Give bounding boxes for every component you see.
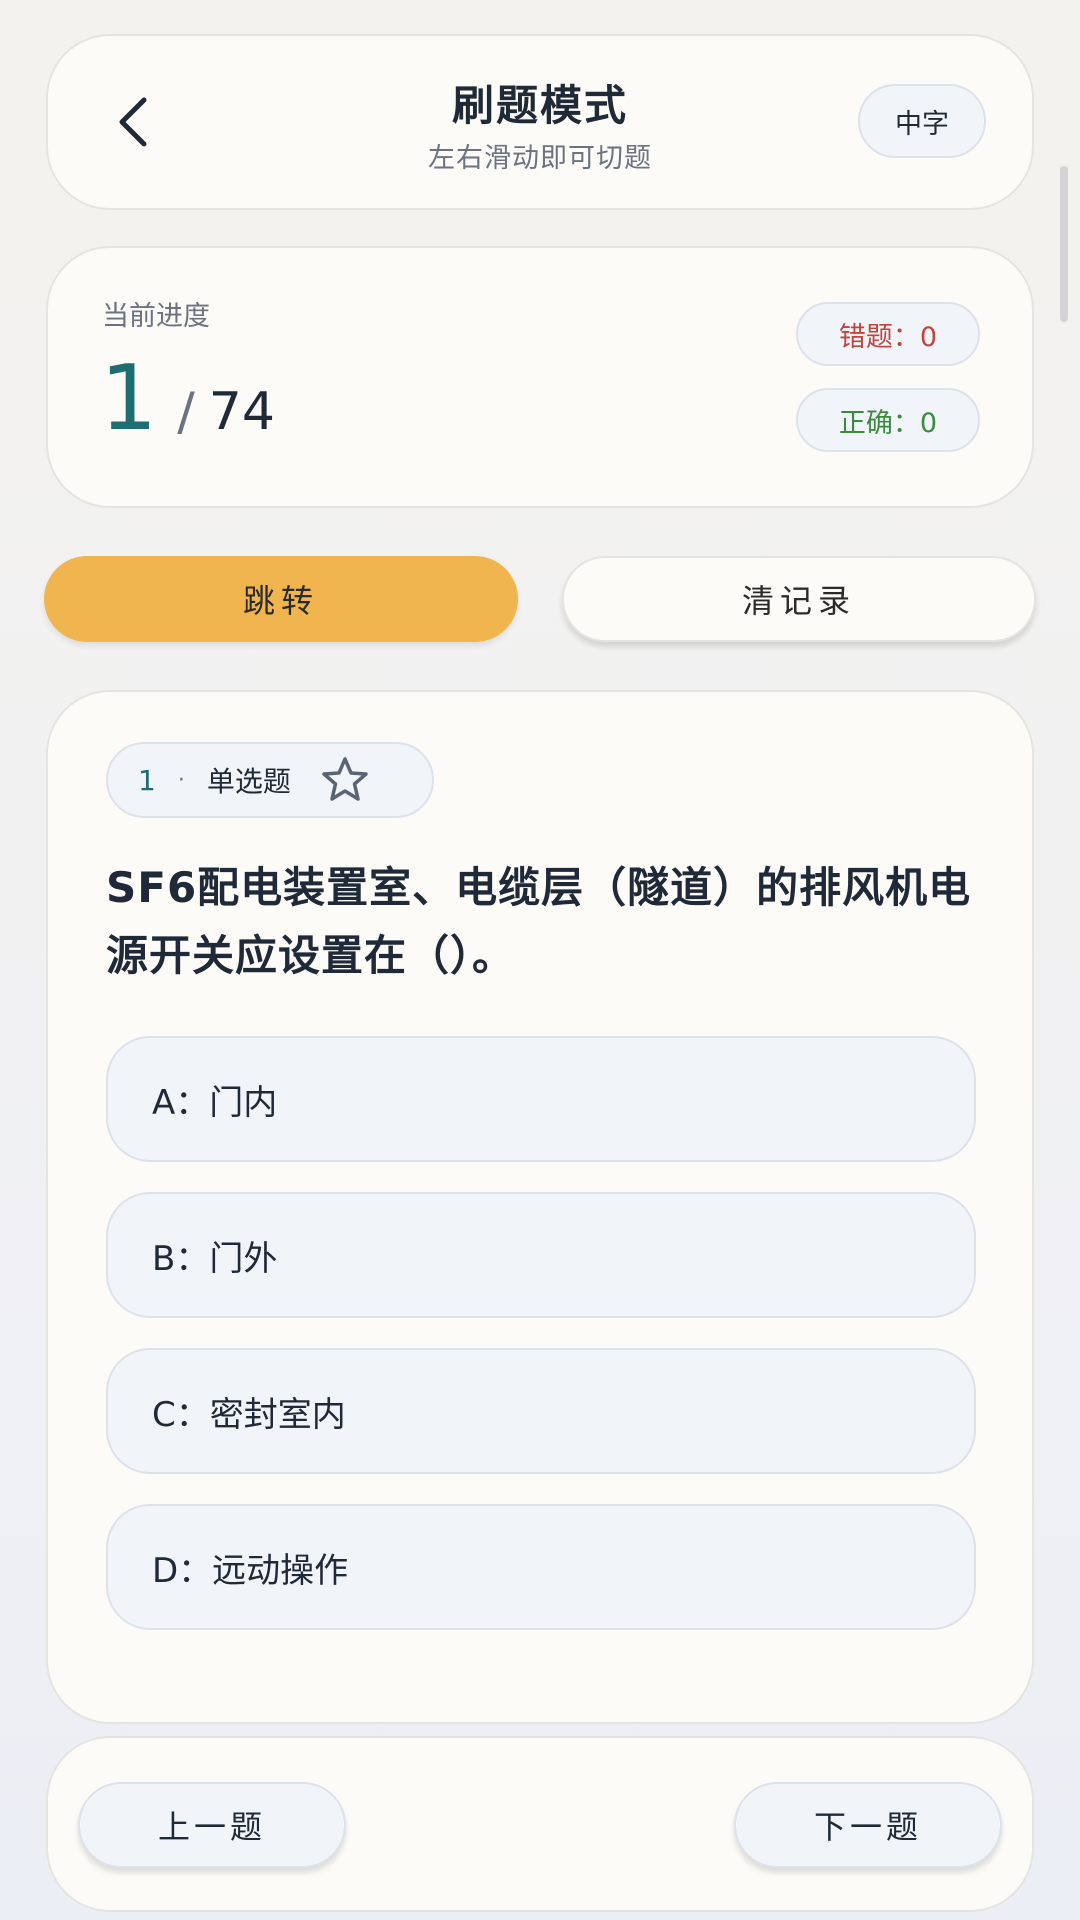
star-icon[interactable] — [319, 754, 371, 806]
jump-button[interactable]: 跳转 — [44, 556, 518, 642]
progress-value: 1 / 74 — [100, 354, 275, 444]
progress-card: 当前进度 1 / 74 错题：0 正确：0 — [46, 246, 1034, 508]
option-c[interactable]: C：密封室内 — [106, 1348, 976, 1474]
option-d[interactable]: D：远动操作 — [106, 1504, 976, 1630]
question-card: 1 · 单选题 SF6配电装置室、电缆层（隧道）的排风机电源开关应设置在（）。 … — [46, 690, 1034, 1724]
wrong-count-badge[interactable]: 错题：0 — [796, 302, 980, 366]
question-number: 1 — [138, 763, 156, 797]
progress-separator: / — [177, 382, 195, 442]
prev-question-button[interactable]: 上一题 — [78, 1782, 346, 1868]
scrollbar[interactable] — [1060, 166, 1068, 322]
correct-count-badge[interactable]: 正确：0 — [796, 388, 980, 452]
next-question-button[interactable]: 下一题 — [734, 1782, 1002, 1868]
progress-total: 74 — [208, 382, 275, 442]
option-b[interactable]: B：门外 — [106, 1192, 976, 1318]
clear-records-button[interactable]: 清记录 — [562, 556, 1036, 642]
progress-current: 1 — [100, 346, 158, 451]
font-size-button[interactable]: 中字 — [858, 84, 986, 158]
question-type: 单选题 — [206, 765, 291, 798]
question-text: SF6配电装置室、电缆层（隧道）的排风机电源开关应设置在（）。 — [106, 863, 972, 980]
question-tag: 1 · 单选题 — [106, 742, 434, 818]
option-a[interactable]: A：门内 — [106, 1036, 976, 1162]
progress-label: 当前进度 — [102, 301, 210, 332]
header-card: 刷题模式 左右滑动即可切题 中字 — [46, 34, 1034, 210]
navigation-card: 上一题 下一题 — [46, 1736, 1034, 1912]
tag-dot: · — [177, 767, 185, 793]
